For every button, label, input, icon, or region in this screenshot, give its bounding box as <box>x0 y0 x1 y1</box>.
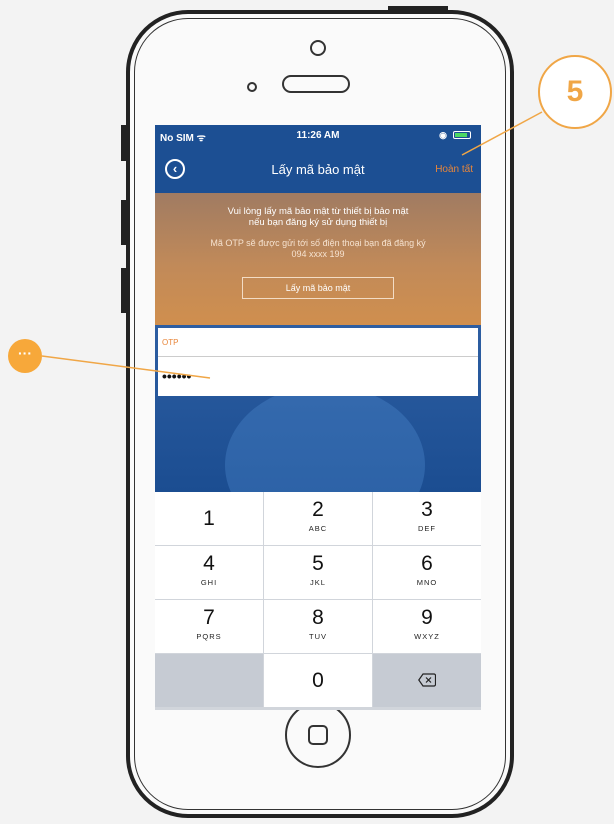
key-0[interactable]: 0 <box>264 654 372 707</box>
speaker-grille <box>282 75 350 93</box>
key-delete[interactable] <box>373 654 481 707</box>
alarm-icon: ◉ <box>439 130 447 140</box>
phone-screen: No SIM ᯤ 11:26 AM ◉ ‹ Lấy mã bảo mật Hoà… <box>155 125 481 710</box>
get-code-button[interactable]: Lấy mã bảo mật <box>242 277 394 299</box>
status-bar: No SIM ᯤ 11:26 AM ◉ <box>155 125 481 145</box>
key-1[interactable]: 1 <box>155 492 263 545</box>
battery-icon <box>453 131 471 139</box>
nav-bar: ‹ Lấy mã bảo mật Hoàn tất <box>155 145 481 193</box>
key-6[interactable]: 6 MNO <box>373 546 481 599</box>
home-square-icon <box>308 725 328 745</box>
more-callout[interactable]: ··· <box>8 339 42 373</box>
key-7[interactable]: 7 PQRS <box>155 600 263 653</box>
page-title: Lấy mã bảo mật <box>271 162 365 177</box>
power-button <box>388 6 448 12</box>
key-8[interactable]: 8 TUV <box>264 600 372 653</box>
key-3[interactable]: 3 DEF <box>373 492 481 545</box>
key-2[interactable]: 2 ABC <box>264 492 372 545</box>
sensor-icon <box>247 82 257 92</box>
key-5[interactable]: 5 JKL <box>264 546 372 599</box>
home-button[interactable] <box>285 702 351 768</box>
camera-icon <box>310 40 326 56</box>
instruction-banner: Vui lòng lấy mã bảo mật từ thiết bị bảo … <box>155 193 481 325</box>
volume-down-button <box>121 268 127 313</box>
instruction-text: Vui lòng lấy mã bảo mật từ thiết bị bảo … <box>227 206 409 228</box>
otp-card: OTP <box>158 328 478 396</box>
key-9[interactable]: 9 WXYZ <box>373 600 481 653</box>
mute-switch <box>121 125 127 161</box>
done-button[interactable]: Hoàn tất <box>435 164 473 175</box>
backspace-icon <box>418 673 436 687</box>
divider <box>158 356 478 357</box>
clock: 11:26 AM <box>296 130 340 141</box>
otp-input[interactable] <box>162 366 462 386</box>
numeric-keypad: 1 2 ABC 3 DEF 4 GHI 5 JKL 6 MNO 7 PQRS 8… <box>155 492 481 710</box>
step-callout: 5 <box>538 55 612 129</box>
key-blank <box>155 654 263 707</box>
volume-up-button <box>121 200 127 245</box>
key-4[interactable]: 4 GHI <box>155 546 263 599</box>
otp-info-text: Mã OTP sẽ được gửi tới số điện thoại bạn… <box>210 238 426 259</box>
otp-label: OTP <box>162 338 179 347</box>
